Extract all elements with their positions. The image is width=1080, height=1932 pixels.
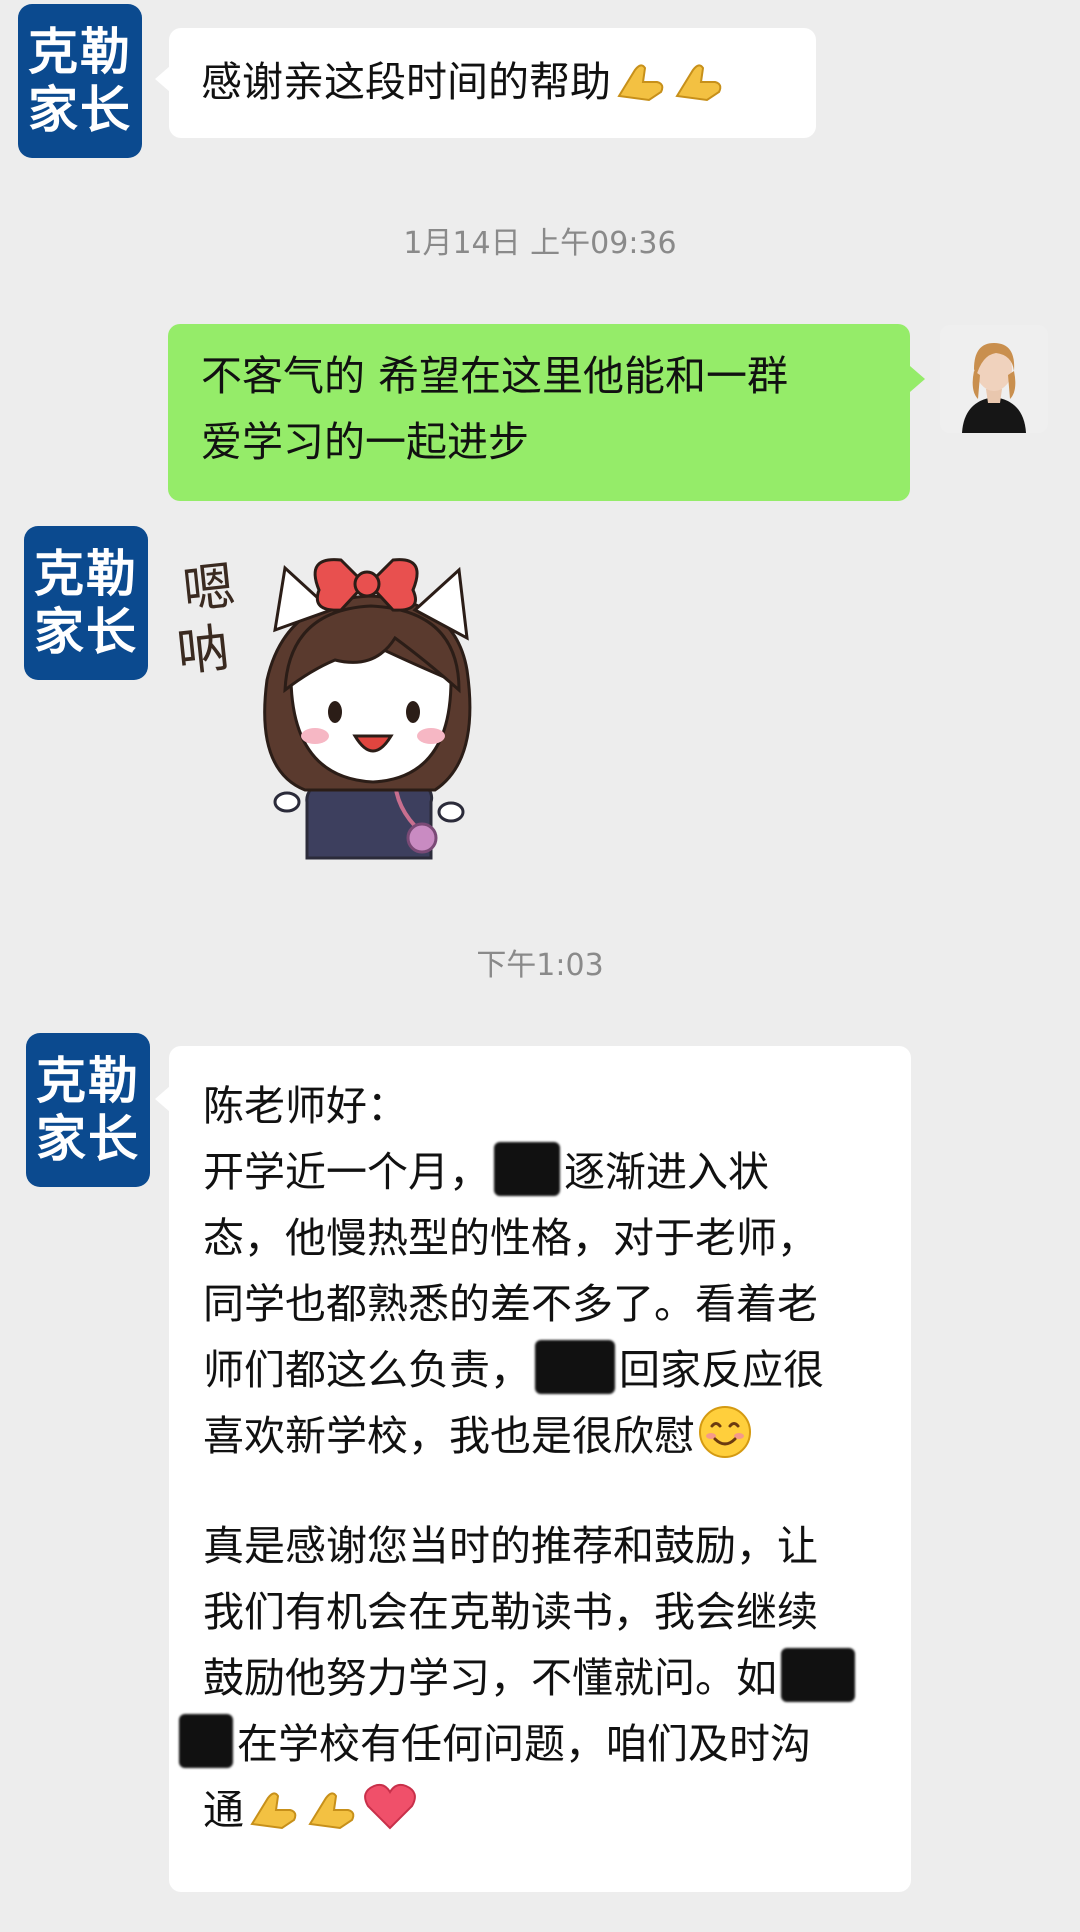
message-text-line: 师们都这么负责， 回家反应很	[203, 1337, 878, 1403]
bubble-tail	[910, 366, 925, 392]
message-text-line: 态，他慢热型的性格，对于老师，	[203, 1214, 818, 1262]
praying-hands-icon	[250, 1792, 297, 1830]
sticker-caption: 呐	[174, 618, 233, 684]
redacted-name	[535, 1340, 615, 1394]
redacted-name	[179, 1714, 233, 1768]
sticker-message[interactable]: 嗯 呐	[174, 540, 495, 860]
message-text: 爱学习的一起进步	[201, 418, 529, 466]
smiling-face-icon	[699, 1406, 751, 1458]
girl-bow-sticker-icon	[263, 558, 472, 860]
praying-hands-icon	[308, 1792, 355, 1830]
message-text: 鼓励他努力学习，不懂就问。如	[203, 1654, 777, 1702]
message-text: 回家反应很	[619, 1346, 824, 1394]
avatar-text-line2: 家长	[36, 1110, 140, 1168]
redacted-name	[781, 1648, 855, 1702]
avatar-text-line1: 克勒	[36, 1052, 140, 1110]
message-text: 喜欢新学校，我也是很欣慰	[203, 1412, 695, 1460]
message-text-line: 鼓励他努力学习，不懂就问。如	[203, 1645, 878, 1711]
message-text: 不客气的 希望在这里他能和一群	[201, 352, 789, 400]
message-text: 通	[203, 1786, 244, 1834]
bubble-tail	[155, 66, 170, 92]
avatar-text-line1: 克勒	[28, 23, 132, 81]
message-text-line: 通	[203, 1777, 878, 1843]
message-text-line: 同学也都熟悉的差不多了。看着老	[203, 1280, 818, 1328]
message-text: 逐渐进入状	[564, 1148, 769, 1196]
message-text: 在学校有任何问题，咱们及时沟	[237, 1720, 811, 1768]
sticker-caption: 嗯	[180, 556, 239, 622]
sender-avatar[interactable]: 克勒 家长	[24, 526, 148, 680]
message-text-line: 在学校有任何问题，咱们及时沟	[179, 1711, 878, 1777]
avatar-text-line2: 家长	[28, 81, 132, 139]
message-bubble-outgoing[interactable]: 不客气的 希望在这里他能和一群 爱学习的一起进步	[168, 324, 910, 501]
message-text-line: 我们有机会在克勒读书，我会继续	[203, 1588, 818, 1636]
avatar-text-line1: 克勒	[34, 545, 138, 603]
sender-avatar[interactable]: 克勒 家长	[18, 4, 142, 158]
heart-icon	[364, 1783, 416, 1830]
message-text-line: 开学近一个月， 逐渐进入状	[203, 1139, 878, 1205]
sender-avatar[interactable]: 克勒 家长	[26, 1033, 150, 1187]
timestamp: 1月14日 上午09:36	[403, 226, 677, 261]
praying-hands-icon	[675, 64, 722, 102]
message-text-line: 真是感谢您当时的推荐和鼓励，让	[203, 1522, 818, 1570]
message-text: 感谢亲这段时间的帮助	[201, 58, 611, 106]
message-text-line: 陈老师好：	[203, 1082, 408, 1130]
avatar-text-line2: 家长	[34, 603, 138, 661]
message-text-line: 喜欢新学校，我也是很欣慰	[203, 1403, 878, 1469]
praying-hands-icon	[617, 64, 664, 102]
user-avatar-photo	[940, 325, 1048, 433]
bubble-tail	[155, 1086, 170, 1112]
message-bubble[interactable]: 陈老师好： 开学近一个月， 逐渐进入状 态，他慢热型的性格，对于老师， 同学也都熟…	[169, 1046, 911, 1892]
user-avatar[interactable]	[940, 325, 1048, 433]
message-text: 师们都这么负责，	[203, 1346, 531, 1394]
message-text: 开学近一个月，	[203, 1148, 490, 1196]
timestamp: 下午1:03	[476, 948, 604, 983]
message-bubble[interactable]: 感谢亲这段时间的帮助	[169, 28, 816, 138]
redacted-name	[494, 1142, 560, 1196]
